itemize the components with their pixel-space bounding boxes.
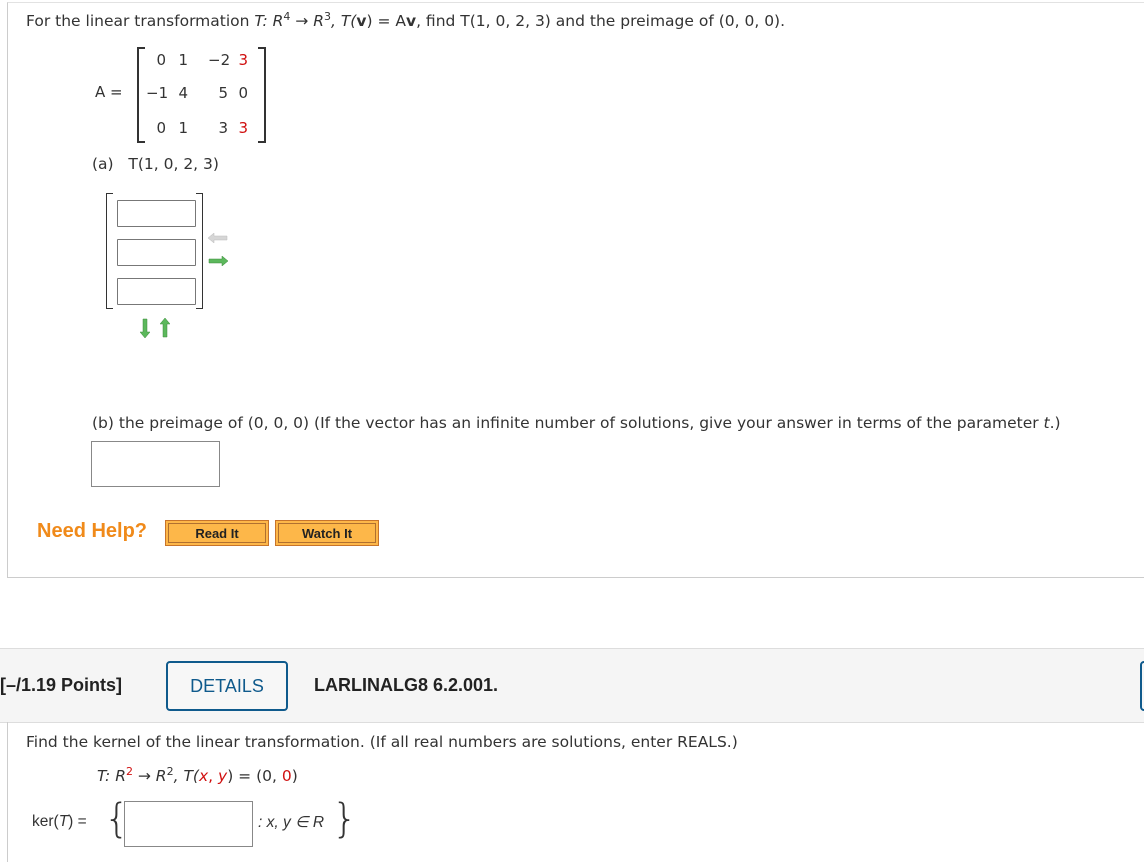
- remove-row-arrow-icon[interactable]: [160, 318, 170, 338]
- question-2-prompt: Find the kernel of the linear transforma…: [26, 733, 738, 751]
- matrix-cell: 0: [238, 84, 248, 102]
- matrix-cell: 0: [156, 119, 166, 137]
- add-column-arrow-icon[interactable]: [208, 256, 228, 266]
- vector-input-2[interactable]: [117, 239, 196, 266]
- t-symbol: T: [97, 767, 106, 785]
- var-x: x: [198, 767, 209, 785]
- matrix-cell: 4: [178, 84, 188, 102]
- matrix-cell: 5: [218, 84, 228, 102]
- prompt-R2: → R: [290, 12, 324, 30]
- comma: ,: [208, 767, 219, 785]
- part-a-label: (a) T(1, 0, 2, 3): [92, 155, 219, 173]
- add-row-arrow-icon[interactable]: [140, 318, 150, 338]
- zero-1: 0: [262, 767, 273, 785]
- part-b-prompt: (b) the preimage of (0, 0, 0) (If the ve…: [92, 414, 1061, 432]
- prompt-R: : R: [262, 12, 284, 30]
- t-func: , T(: [173, 767, 199, 785]
- question-2-transform: T: R2 → R2, T(x, y) = (0, 0): [97, 765, 298, 785]
- remove-column-arrow-icon[interactable]: [208, 233, 228, 243]
- matrix-cell: 1: [178, 51, 188, 69]
- domain-exp: 2: [125, 765, 133, 778]
- kernel-input[interactable]: [124, 801, 253, 847]
- matrix-cell: 1: [178, 119, 188, 137]
- matrix-cell: 3: [218, 119, 228, 137]
- part-b-text-end: .): [1049, 414, 1061, 432]
- part-b-text: (b) the preimage of (0, 0, 0) (If the ve…: [92, 414, 1044, 432]
- vector-right-bracket: [196, 193, 203, 309]
- matrix-cell: 0: [156, 51, 166, 69]
- matrix-cell: −2: [208, 51, 231, 69]
- kernel-label: ker(T) =: [32, 813, 87, 831]
- domain-R: : R: [105, 767, 126, 785]
- watch-it-button[interactable]: Watch It: [275, 520, 379, 546]
- vector-left-bracket: [106, 193, 113, 309]
- question-code: LARLINALG8 6.2.001.: [314, 675, 499, 695]
- vector-input-1[interactable]: [117, 200, 196, 227]
- prompt-v: v: [356, 12, 367, 30]
- ker-eq: ) =: [68, 813, 87, 830]
- part-a-letter: (a): [92, 155, 114, 173]
- equals: ) = (: [227, 767, 263, 785]
- details-button[interactable]: DETAILS: [166, 661, 288, 711]
- ker-text: ker(: [32, 813, 59, 830]
- prompt-Tv: , T(: [330, 12, 357, 30]
- prompt-exp2: 3: [323, 10, 331, 23]
- matrix-cell: 3: [238, 119, 248, 137]
- matrix-label: A =: [95, 83, 123, 101]
- matrix-cell: −1: [146, 84, 169, 102]
- points-label: [–/1.19 Points]: [0, 675, 123, 695]
- codomain-R: → R: [132, 767, 167, 785]
- prompt-Av: ) = A: [366, 12, 406, 30]
- question-1-prompt: For the linear transformation T: R4 → R3…: [26, 10, 786, 30]
- question-2-border: [7, 722, 8, 862]
- prompt-rest: , find T(1, 0, 2, 3) and the preimage of…: [416, 12, 786, 30]
- prompt-v2: v: [405, 12, 417, 30]
- part-a-expr: T(1, 0, 2, 3): [128, 155, 219, 173]
- close-paren: ): [291, 767, 298, 785]
- kernel-set-condition: : x, y ∈ R: [258, 814, 325, 831]
- matrix-right-bracket: [258, 47, 266, 143]
- matrix-left-bracket: [137, 47, 145, 143]
- vector-input-3[interactable]: [117, 278, 196, 305]
- read-it-button[interactable]: Read It: [165, 520, 269, 546]
- sep: ,: [272, 767, 282, 785]
- ker-T: T: [58, 813, 69, 830]
- matrix-cell: 3: [238, 51, 248, 69]
- right-brace: }: [332, 796, 358, 842]
- need-help-label: Need Help?: [37, 520, 148, 542]
- prompt-text: For the linear transformation: [26, 12, 255, 30]
- right-edge-button[interactable]: [1140, 661, 1144, 711]
- zero-2: 0: [281, 767, 292, 785]
- codomain-exp: 2: [166, 765, 174, 778]
- var-y: y: [218, 767, 228, 785]
- preimage-input[interactable]: [91, 441, 220, 487]
